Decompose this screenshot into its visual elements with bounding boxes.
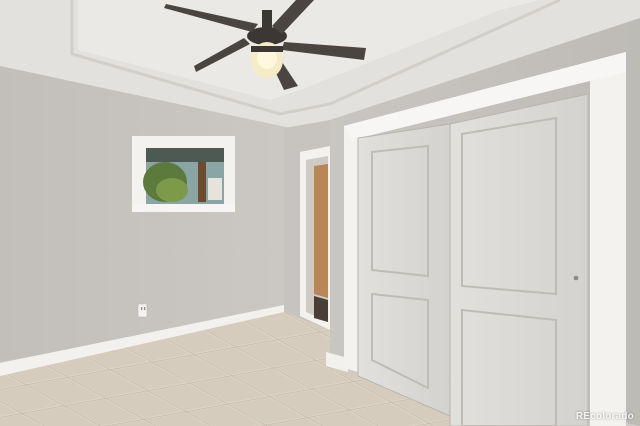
watermark-label: REcolorado bbox=[575, 411, 634, 422]
wood-interior-door bbox=[314, 164, 328, 298]
closet-right-door[interactable] bbox=[449, 93, 589, 426]
window bbox=[132, 136, 235, 212]
hallway-doorway bbox=[300, 146, 330, 330]
outlet-icon bbox=[137, 303, 148, 318]
closet-left-door[interactable] bbox=[357, 123, 451, 417]
door-knob-icon[interactable] bbox=[573, 275, 579, 281]
room-illustration bbox=[0, 0, 640, 426]
room-photo: REcolorado bbox=[0, 0, 640, 426]
